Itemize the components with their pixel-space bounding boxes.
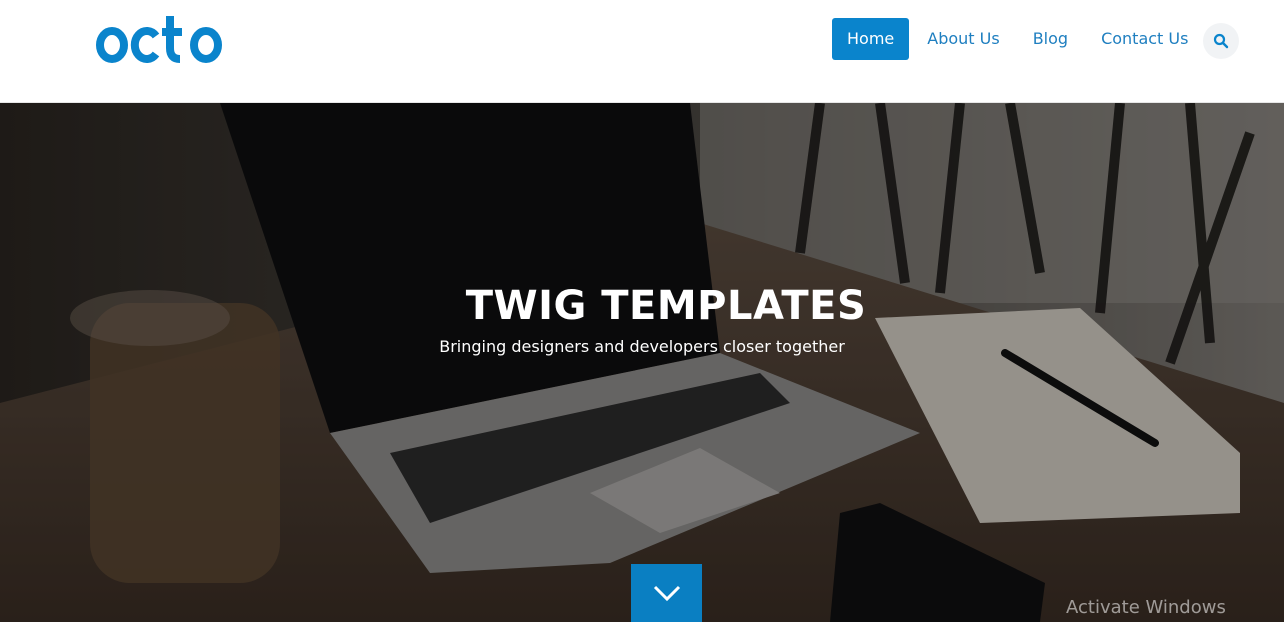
nav-about-us[interactable]: About Us <box>912 18 1014 60</box>
hero-overlay <box>0 103 1284 622</box>
nav-home[interactable]: Home <box>832 18 910 60</box>
os-activation-watermark: Activate Windows <box>1066 597 1226 618</box>
chevron-down-icon <box>653 585 680 602</box>
hero-title: TWIG TEMPLATES <box>465 283 867 329</box>
scroll-down-button[interactable] <box>631 564 702 622</box>
search-icon <box>1213 33 1229 49</box>
site-header: Home About Us Blog Contact Us <box>0 0 1284 103</box>
octo-logo[interactable] <box>96 8 224 66</box>
search-button[interactable] <box>1203 23 1239 59</box>
main-nav: Home About Us Blog Contact Us <box>832 18 1206 60</box>
nav-contact-us[interactable]: Contact Us <box>1086 18 1203 60</box>
nav-blog[interactable]: Blog <box>1018 18 1083 60</box>
hero-subtitle: Bringing designers and developers closer… <box>439 337 845 356</box>
hero-banner: TWIG TEMPLATES Bringing designers and de… <box>0 103 1284 622</box>
